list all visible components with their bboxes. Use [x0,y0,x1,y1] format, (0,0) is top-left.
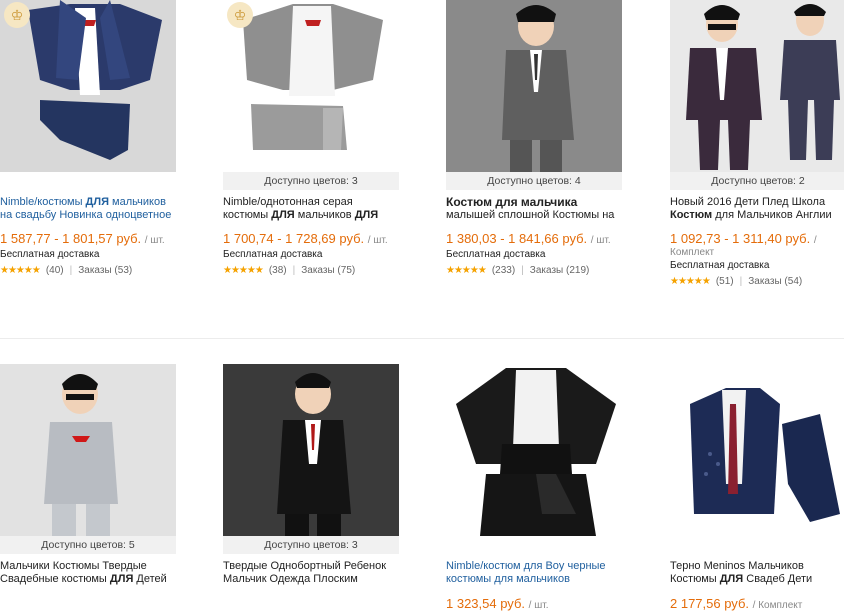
product-price: 1 323,54 руб. / шт. [446,596,549,611]
rating-row: ★★★★★ (233) | Заказы (219) [446,265,590,276]
product-image[interactable] [670,364,844,536]
product-card[interactable]: Доступно цветов: 2 Новый 2016 Дети Плед … [670,0,844,287]
rating-stars-icon: ★★★★★ [0,265,41,276]
product-image[interactable]: ♔ [0,0,176,172]
rating-stars-icon: ★★★★★ [223,265,264,276]
product-card[interactable]: Терно Meninos Мальчиков Костюмы ДЛЯ Свад… [670,364,844,611]
product-title[interactable]: Терно Meninos Мальчиков Костюмы ДЛЯ Свад… [670,560,844,586]
product-card[interactable]: ♔ Доступно цветов: 3 Nimble/однотонная с… [223,0,399,276]
available-colors [446,536,622,554]
product-title[interactable]: Новый 2016 Дети Плед Школа Костюм для Ма… [670,196,844,222]
available-colors: Доступно цветов: 4 [446,172,622,190]
product-price: 1 380,03 - 1 841,66 руб. / шт. [446,231,611,246]
available-colors: Доступно цветов: 2 [670,172,844,190]
product-image[interactable] [446,364,622,536]
product-card[interactable]: ♔ Nimble/костюмы ДЛЯ мальчиков на свадьб… [0,0,176,276]
product-title[interactable]: Костюм для мальчика малышей сплошной Кос… [446,196,622,222]
product-title[interactable]: Nimble/костюмы ДЛЯ мальчиков на свадьбу … [0,196,176,222]
shipping-info: Бесплатная доставка [670,260,770,271]
available-colors: Доступно цветов: 3 [223,536,399,554]
rating-stars-icon: ★★★★★ [446,265,487,276]
rating-stars-icon: ★★★★★ [670,276,711,287]
product-title[interactable]: Nimble/костюм для Boy черные костюмы для… [446,560,622,586]
brand-logo: ♔ [227,2,253,28]
order-count[interactable]: Заказы (54) [748,276,802,287]
rating-row: ★★★★★ (51) | Заказы (54) [670,276,803,287]
available-colors: Доступно цветов: 5 [0,536,176,554]
order-count[interactable]: Заказы (75) [301,265,355,276]
product-price: 1 092,73 - 1 311,40 руб. / Комплект [670,231,817,258]
black-suit-flat-icon [446,364,622,536]
review-count[interactable]: (51) [716,276,734,287]
shipping-info: Бесплатная доставка [0,249,100,260]
product-image[interactable] [446,0,622,172]
shipping-info: Бесплатная доставка [446,249,546,260]
order-count[interactable]: Заказы (219) [530,265,590,276]
product-card[interactable]: Доступно цветов: 3 Твердые Однобортный Р… [223,364,399,586]
boys-plaid-suit-icon [670,0,844,172]
shipping-info: Бесплатная доставка [223,249,323,260]
product-card[interactable]: Доступно цветов: 4 Костюм для мальчика м… [446,0,622,276]
product-card[interactable]: Nimble/костюм для Boy черные костюмы для… [446,364,622,611]
boy-grey-suit-icon [446,0,622,172]
rating-row: ★★★★★ (40) | Заказы (53) [0,265,133,276]
available-colors [0,172,176,190]
navy-suit-flat-icon [0,0,176,172]
product-title[interactable]: Nimble/однотонная серая костюмы ДЛЯ маль… [223,196,399,222]
review-count[interactable]: (233) [492,265,515,276]
product-card[interactable]: Доступно цветов: 5 Мальчики Костюмы Твер… [0,364,176,586]
available-colors: Доступно цветов: 3 [223,172,399,190]
product-title[interactable]: Твердые Однобортный Ребенок Мальчик Одеж… [223,560,399,586]
available-colors [670,536,844,554]
review-count[interactable]: (40) [46,265,64,276]
product-price: 1 700,74 - 1 728,69 руб. / шт. [223,231,388,246]
boy-silver-suit-icon [0,364,176,536]
navy-blazer-flat-icon [670,364,844,536]
row-divider [0,338,844,339]
product-price: 1 587,77 - 1 801,57 руб. / шт. [0,231,165,246]
rating-row: ★★★★★ (38) | Заказы (75) [223,265,356,276]
grey-suit-flat-icon [223,0,399,172]
order-count[interactable]: Заказы (53) [78,265,132,276]
product-image[interactable] [223,364,399,536]
product-image[interactable] [0,364,176,536]
review-count[interactable]: (38) [269,265,287,276]
product-image[interactable] [670,0,844,172]
product-title[interactable]: Мальчики Костюмы Твердые Свадебные костю… [0,560,176,586]
brand-logo: ♔ [4,2,30,28]
product-image[interactable]: ♔ [223,0,399,172]
boy-black-suit-icon [223,364,399,536]
product-price: 2 177,56 руб. / Комплект [670,596,803,611]
